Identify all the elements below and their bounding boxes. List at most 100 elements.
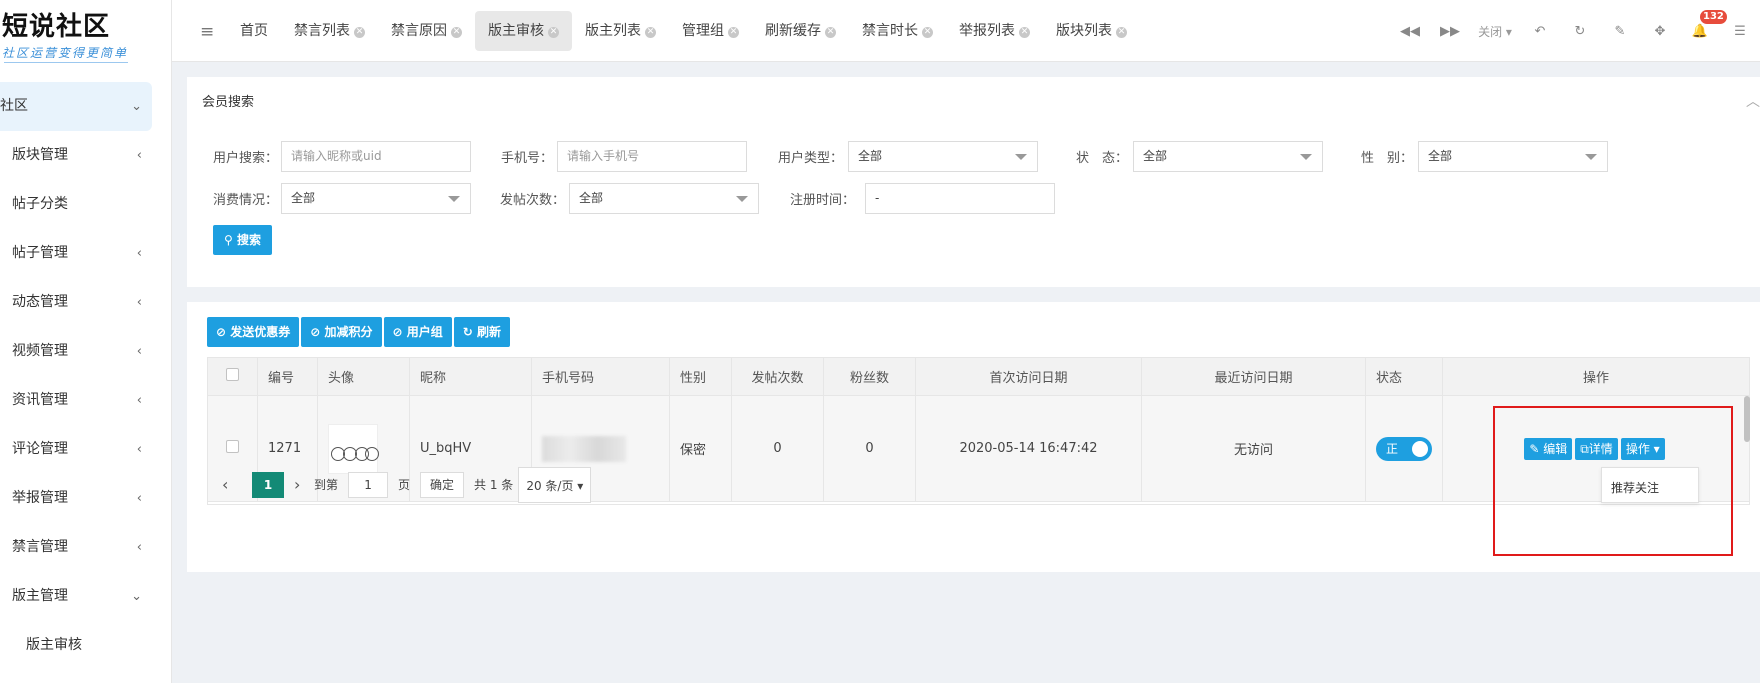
notification-badge: 132 (1700, 9, 1727, 24)
pagination: ‹ 1 › 到第 1 页 确定 共 1 条 20 条/页 ▾ (207, 465, 1750, 505)
scroll-tabs-right-icon[interactable]: ▶▶ (1430, 24, 1470, 39)
page-size-select[interactable]: 20 条/页 ▾ (518, 466, 592, 503)
edit-button[interactable]: ✎ 编辑 (1524, 437, 1573, 460)
collapse-icon[interactable]: ︿ (1746, 91, 1760, 111)
tab-home[interactable]: 首页 (227, 11, 281, 51)
chevron-left-icon: ‹ (136, 540, 142, 555)
sidebar-item-post-category[interactable]: 帖子分类 (0, 180, 172, 229)
next-page-icon[interactable]: › (294, 475, 314, 494)
close-tabs-dropdown[interactable]: 关闭 ▾ (1470, 23, 1520, 40)
register-time-input[interactable]: - (865, 183, 1055, 214)
tab-admin-group[interactable]: 管理组 ✕ (669, 11, 752, 51)
close-icon[interactable]: ✕ (1116, 27, 1127, 38)
edit-icon: ✎ (1529, 441, 1540, 456)
close-icon[interactable]: ✕ (922, 27, 933, 38)
user-group-button[interactable]: ⊘ 用户组 (383, 317, 452, 347)
user-search-input[interactable]: 请输入昵称或uid (281, 141, 471, 172)
member-table-panel: ⊘ 发送优惠券 ⊘ 加减积分 ⊘ 用户组 ↻ 刷新 编号 头像 昵称 手机号码 … (187, 302, 1760, 572)
move-icon[interactable]: ✥ (1640, 24, 1680, 39)
tab-refresh-cache[interactable]: 刷新缓存 ✕ (752, 11, 849, 51)
tab-mute-duration[interactable]: 禁言时长 ✕ (849, 11, 946, 51)
goto-confirm-button[interactable]: 确定 (420, 471, 465, 498)
gender-select[interactable]: 全部 (1418, 141, 1608, 172)
tab-moderator-review[interactable]: 版主审核 ✕ (475, 11, 572, 51)
status-toggle[interactable]: 正 (1376, 436, 1432, 461)
points-icon: ⊘ (310, 325, 321, 339)
sidebar-item-report-manage[interactable]: 举报管理 ‹ (0, 474, 172, 523)
sidebar-item-moderator-manage[interactable]: 版主管理 ⌄ (0, 572, 172, 621)
refresh-label: 刷新 (477, 325, 502, 339)
status-label: 状 态： (1075, 151, 1128, 166)
scroll-tabs-left-icon[interactable]: ◀◀ (1390, 24, 1430, 39)
prev-page-icon[interactable]: ‹ (222, 475, 242, 494)
refresh-button[interactable]: ↻ 刷新 (453, 317, 511, 347)
header-fans: 粉丝数 (823, 357, 916, 396)
adjust-points-button[interactable]: ⊘ 加减积分 (301, 317, 382, 347)
detail-label: 详情 (1588, 441, 1613, 456)
select-all-checkbox[interactable] (226, 368, 239, 381)
close-icon[interactable]: ✕ (451, 27, 462, 38)
sidebar-item-feed-manage[interactable]: 动态管理 ‹ (0, 278, 172, 327)
coupon-icon: ⊘ (216, 325, 227, 339)
dropdown-item-recommend-follow[interactable]: 推荐关注 (1611, 481, 1659, 495)
current-page[interactable]: 1 (252, 471, 284, 498)
phone-input[interactable]: 请输入手机号 (557, 141, 747, 172)
tab-mute-list[interactable]: 禁言列表 ✕ (281, 11, 378, 51)
top-bar: ≡ 首页 禁言列表 ✕ 禁言原因 ✕ 版主审核 ✕ 版主列表 ✕ 管理组 ✕ 刷新缓存 ✕ … (172, 0, 1760, 62)
tab-report-list[interactable]: 举报列表 ✕ (946, 11, 1043, 51)
goto-page-input[interactable]: 1 (348, 471, 389, 498)
panel-title: 会员搜索 (202, 95, 255, 110)
tab-board-list[interactable]: 版块列表 ✕ (1043, 11, 1140, 51)
tab-moderator-list[interactable]: 版主列表 ✕ (572, 11, 669, 51)
sidebar-item-video-manage[interactable]: 视频管理 ‹ (0, 327, 172, 376)
logo: 短说社区 社区运营变得更简单 (0, 4, 172, 66)
sidebar-item-community[interactable]: 社区 ⌄ (0, 82, 152, 131)
clear-cache-icon[interactable]: ✎ (1600, 24, 1640, 39)
close-icon[interactable]: ✕ (728, 27, 739, 38)
close-icon[interactable]: ✕ (645, 27, 656, 38)
search-button[interactable]: ⚲ 搜索 (213, 225, 272, 255)
top-tools: ◀◀ ▶▶ 关闭 ▾ ↶ ↻ ✎ ✥ 🔔 132 ☰ (1390, 0, 1760, 62)
undo-icon[interactable]: ↶ (1520, 24, 1560, 39)
consumption-select[interactable]: 全部 (281, 183, 471, 214)
sidebar-item-label: 资讯管理 (12, 392, 68, 408)
sidebar-item-comment-manage[interactable]: 评论管理 ‹ (0, 425, 172, 474)
header-last-visit: 最近访问日期 (1141, 357, 1366, 396)
tab-bar: 首页 禁言列表 ✕ 禁言原因 ✕ 版主审核 ✕ 版主列表 ✕ 管理组 ✕ 刷新缓存 ✕ 禁言… (227, 11, 1140, 51)
send-coupon-button[interactable]: ⊘ 发送优惠券 (207, 317, 300, 347)
header-nickname: 昵称 (409, 357, 532, 396)
send-coupon-label: 发送优惠券 (230, 325, 291, 339)
user-search-label: 用户搜索： (213, 151, 279, 166)
chevron-left-icon: ‹ (136, 344, 142, 359)
more-menu-icon[interactable]: ☰ (1720, 24, 1760, 39)
status-select[interactable]: 全部 (1133, 141, 1323, 172)
chevron-left-icon: ‹ (136, 491, 142, 506)
sidebar-item-moderator-review[interactable]: 版主审核 (0, 621, 172, 670)
user-type-value: 全部 (858, 149, 883, 163)
detail-button[interactable]: ⧉详情 (1575, 437, 1618, 460)
row-checkbox[interactable] (226, 440, 239, 453)
table-scrollbar[interactable] (1744, 396, 1750, 442)
user-type-select[interactable]: 全部 (848, 141, 1038, 172)
sidebar-item-board-manage[interactable]: 版块管理 ‹ (0, 131, 172, 180)
sidebar-item-mute-manage[interactable]: 禁言管理 ‹ (0, 523, 172, 572)
sidebar-item-label: 版主管理 (12, 588, 68, 604)
select-all-cell (207, 357, 258, 396)
sidebar-item-news-manage[interactable]: 资讯管理 ‹ (0, 376, 172, 425)
close-icon[interactable]: ✕ (1019, 27, 1030, 38)
header-post-count: 发帖次数 (731, 357, 824, 396)
close-icon[interactable]: ✕ (354, 27, 365, 38)
close-icon[interactable]: ✕ (825, 27, 836, 38)
post-count-select[interactable]: 全部 (569, 183, 759, 214)
menu-toggle-icon[interactable]: ≡ (200, 22, 214, 42)
more-actions-button[interactable]: 操作 ▾ (1620, 437, 1665, 460)
close-tabs-label: 关闭 (1478, 24, 1503, 39)
sidebar-item-label: 动态管理 (12, 294, 68, 310)
group-icon: ⊘ (392, 325, 403, 339)
header-first-visit: 首次访问日期 (915, 357, 1142, 396)
close-icon[interactable]: ✕ (548, 27, 559, 38)
tab-mute-reason[interactable]: 禁言原因 ✕ (378, 11, 475, 51)
bell-icon[interactable]: 🔔 132 (1680, 9, 1727, 39)
refresh-icon[interactable]: ↻ (1560, 24, 1600, 39)
sidebar-item-post-manage[interactable]: 帖子管理 ‹ (0, 229, 172, 278)
